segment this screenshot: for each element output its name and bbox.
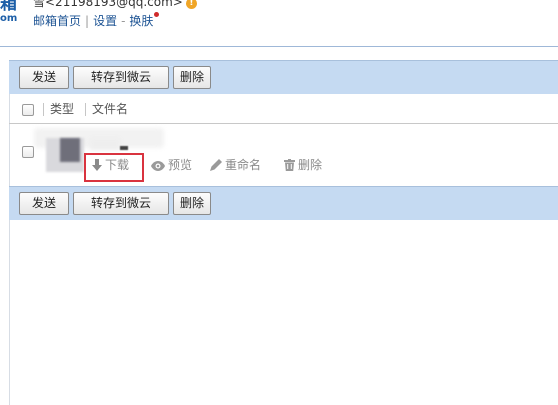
pencil-icon [210,159,222,171]
download-highlight-box [84,153,144,182]
mail-home-link[interactable]: 邮箱首页 [33,14,81,28]
nav-dash: - [121,14,126,28]
change-skin-link[interactable]: 换肤 [129,14,153,28]
top-toolbar: 发送 转存到微云 删除 [9,60,558,94]
logo-sub: om [0,13,18,24]
blurred-filename-part [90,138,120,150]
delete-link[interactable]: 删除 [284,157,322,173]
preview-link[interactable]: 预览 [151,157,192,173]
eye-icon [151,161,165,171]
trash-icon [284,159,295,171]
column-type[interactable]: 类型 [50,102,74,116]
send-button[interactable]: 发送 [19,66,69,89]
save-to-weiyun-button[interactable]: 转存到微云 [73,66,169,89]
column-header: 类型 文件名 [9,96,558,124]
rename-link[interactable]: 重命名 [210,157,261,173]
logo-char: 箱 [0,0,17,14]
delete-button[interactable]: 删除 [173,192,211,215]
column-divider [85,103,86,116]
warning-icon[interactable]: ! [185,0,197,9]
attachment-page: 箱 om 雪<21198193@qq.com>! 邮箱首页 | 设置 - 换肤 发送 转… [0,0,558,405]
preview-label: 预览 [168,158,193,172]
rename-label: 重命名 [225,158,262,172]
header-nav: 邮箱首页 | 设置 - 换肤 [33,12,160,29]
save-to-weiyun-button[interactable]: 转存到微云 [73,192,169,215]
send-button[interactable]: 发送 [19,192,69,215]
file-type-thumbnail-inner [60,138,80,162]
column-divider [43,103,44,116]
user-email: 雪<21198193@qq.com> [33,0,183,9]
select-all-checkbox[interactable] [22,104,34,116]
delete-label: 删除 [298,158,323,172]
delete-button[interactable]: 删除 [173,66,211,89]
column-filename[interactable]: 文件名 [92,102,128,116]
header-divider [0,46,558,47]
bottom-toolbar: 发送 转存到微云 删除 [9,186,558,220]
file-checkbox[interactable] [22,146,34,158]
user-account: 雪<21198193@qq.com>! [33,0,197,9]
settings-link[interactable]: 设置 [93,14,117,28]
new-dot-icon [154,12,160,17]
nav-separator: | [85,14,90,28]
blurred-filename-mark [120,146,128,150]
